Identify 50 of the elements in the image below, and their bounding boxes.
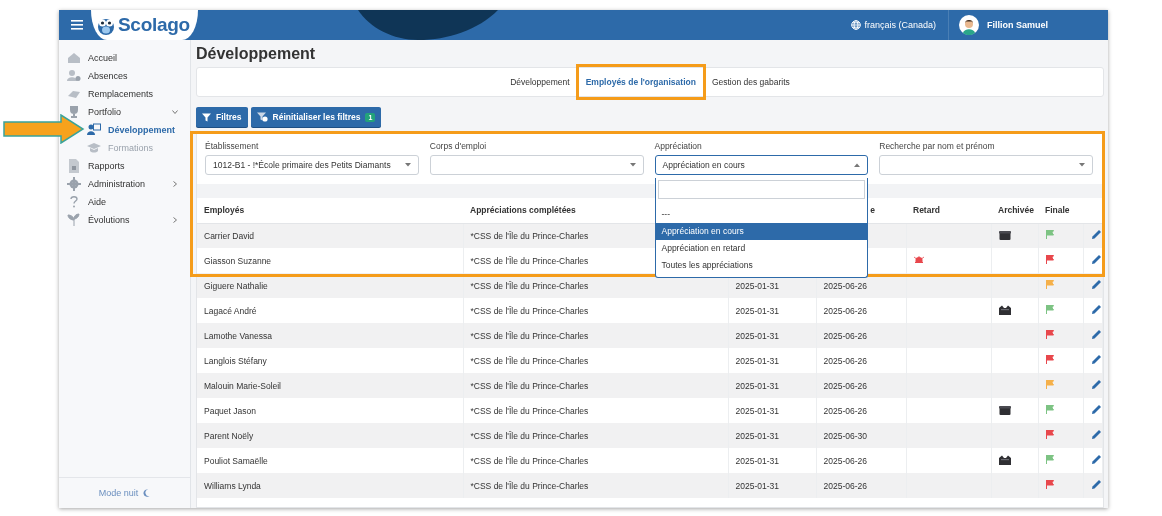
table-cell: 2025-01-31 <box>728 323 816 348</box>
nav-item[interactable]: Accueil <box>59 49 190 67</box>
page-title: Développement <box>196 44 317 64</box>
logo-text: Scolago <box>118 14 190 36</box>
nav-item[interactable]: Évolutions <box>59 211 190 229</box>
table-cell: Parent Noëly <box>197 423 463 448</box>
table-cell: Williams Lynda <box>197 473 463 498</box>
table-cell: Giguere Nathalie <box>197 273 463 298</box>
table-cell: Malouin Marie-Soleil <box>197 373 463 398</box>
column-header: e <box>870 205 875 216</box>
column-header: Appréciations complétées <box>470 205 576 216</box>
field-label: Établissement <box>205 141 260 151</box>
column-header: Retard <box>913 205 940 216</box>
user-menu[interactable]: Fillion Samuel <box>949 15 1108 35</box>
dropdown-option[interactable]: --- <box>655 206 868 223</box>
table-cell: 2025-06-30 <box>816 423 906 448</box>
nav-item[interactable]: Administration <box>59 175 190 193</box>
table-cell: 2025-01-31 <box>728 423 816 448</box>
select-field[interactable]: 1012-B1 - !*École primaire des Petits Diamants <box>205 155 419 175</box>
column-header: Finale <box>1045 205 1070 216</box>
field-label: Recherche par nom et prénom <box>879 141 996 151</box>
tab[interactable]: Gestion des gabarits <box>703 69 798 95</box>
language-selector[interactable]: français (Canada) <box>839 10 949 40</box>
nav-item[interactable]: Rapports <box>59 157 190 175</box>
nav-item[interactable]: Aide <box>59 193 190 211</box>
column-header: Archivée <box>998 205 1034 216</box>
select-field[interactable]: Appréciation en cours <box>654 155 869 175</box>
table-cell: Carrier David <box>197 223 463 248</box>
logo[interactable]: Scolago <box>91 10 198 40</box>
table-cell: Lamothe Vanessa <box>197 323 463 348</box>
column-header: Employés <box>204 205 245 216</box>
table-cell: *CSS de l'Île du Prince-Charles <box>463 373 728 398</box>
nav-item[interactable]: Remplacements <box>59 85 190 103</box>
table-cell: 2025-06-26 <box>816 473 906 498</box>
table-cell: *CSS de l'Île du Prince-Charles <box>463 423 728 448</box>
table-cell: *CSS de l'Île du Prince-Charles <box>463 323 728 348</box>
table-cell: *CSS de l'Île du Prince-Charles <box>463 473 728 498</box>
table-cell: 2025-06-26 <box>816 373 906 398</box>
nav-item[interactable]: Portfolio <box>59 103 190 121</box>
nav-item[interactable]: Absences <box>59 67 190 85</box>
field-label: Appréciation <box>654 141 703 151</box>
tab[interactable]: Employés de l'organisation <box>577 66 704 98</box>
table-cell: 2025-06-26 <box>816 323 906 348</box>
tab[interactable]: Développement <box>502 69 578 95</box>
nav-item[interactable]: Développement <box>87 121 190 139</box>
field-label: Corps d'emploi <box>429 141 488 151</box>
table-cell: 2025-01-31 <box>728 473 816 498</box>
filter-button[interactable]: Filtres <box>196 107 248 127</box>
table-cell: 2025-01-31 <box>728 373 816 398</box>
dropdown-option[interactable]: Appréciation en cours <box>655 223 868 240</box>
